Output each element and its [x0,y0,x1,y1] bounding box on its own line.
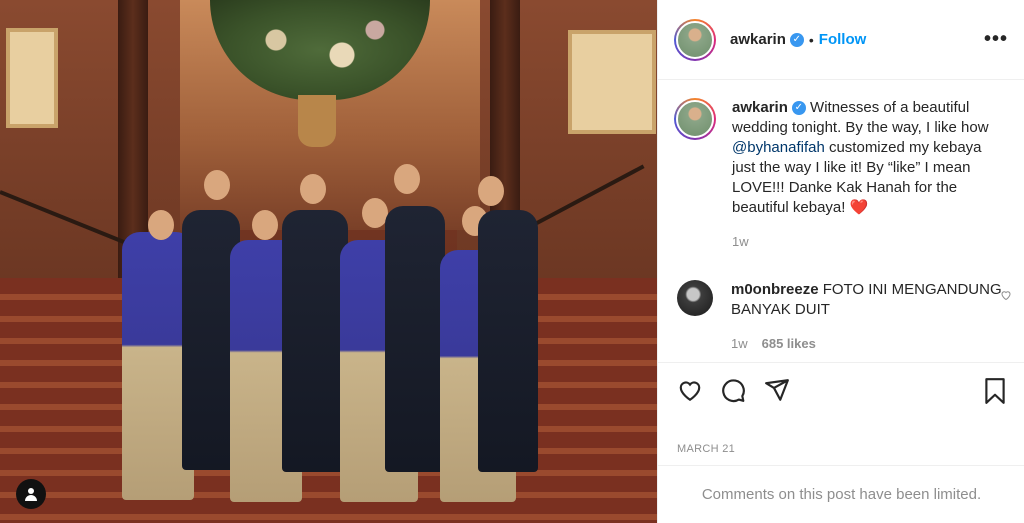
comment-likes[interactable]: 685 likes [762,336,816,351]
post-photo[interactable] [0,0,657,523]
photo-person-head [394,164,420,194]
post-header: awkarin ✓ • Follow ••• [658,0,1024,80]
comment-text: m0onbreeze FOTO INI MENGANDUNG BANYAK DU… [731,280,1008,320]
bookmark-icon[interactable] [982,377,1008,405]
heart-icon[interactable] [677,377,703,403]
post-date[interactable]: MARCH 21 [677,443,735,455]
photo-person [385,206,445,472]
photo-panel-left [6,28,58,128]
verified-icon: ✓ [791,101,806,116]
photo-panel-right [568,30,656,134]
commenter-avatar[interactable] [677,280,713,316]
caption-mention[interactable]: @byhanafifah [732,139,825,156]
heart-emoji: ❤️ [849,199,869,216]
comment-icon[interactable] [720,377,746,403]
comment-meta: 1w 685 likes [731,334,1008,354]
comment: m0onbreeze FOTO INI MENGANDUNG BANYAK DU… [658,280,1024,354]
verified-icon: ✓ [789,32,804,47]
photo-person-head [478,176,504,206]
caption-username[interactable]: awkarin [732,99,788,116]
follow-button[interactable]: Follow [819,31,867,48]
photo-person [282,210,348,472]
photo-person-head [148,210,174,240]
photo-person-head [300,174,326,204]
caption: awkarin ✓ Witnesses of a beautiful weddin… [658,80,1024,252]
more-options-icon[interactable]: ••• [984,28,1008,51]
comment-time[interactable]: 1w [731,336,748,351]
comments-limited-notice: Comments on this post have been limited. [658,465,1024,523]
photo-person [478,210,538,472]
action-bar [658,362,1024,412]
caption-avatar[interactable] [674,98,716,140]
post-sidebar: awkarin ✓ • Follow ••• awkarin ✓ Witnesse… [657,0,1024,523]
caption-time[interactable]: 1w [732,232,1008,252]
share-icon[interactable] [764,377,790,403]
author-username[interactable]: awkarin [730,31,786,48]
photo-person-head [252,210,278,240]
photo-vase [298,95,336,147]
caption-text: awkarin ✓ Witnesses of a beautiful weddin… [732,98,1008,218]
user-tag-icon[interactable] [16,479,46,509]
comment-like-icon[interactable] [1000,288,1012,304]
photo-person-head [204,170,230,200]
separator: • [808,31,814,48]
comment-username[interactable]: m0onbreeze [731,281,819,298]
author-avatar[interactable] [674,18,716,61]
